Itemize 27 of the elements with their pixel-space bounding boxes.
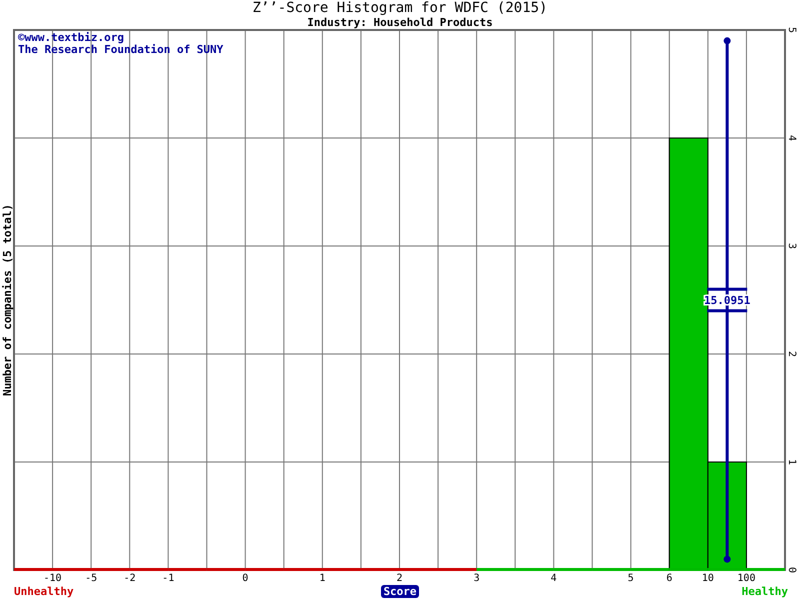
credit-text: ©www.textbiz.org <box>18 31 124 44</box>
y-tick-label: 1 <box>786 458 797 466</box>
y-tick-label: 3 <box>786 242 797 250</box>
x-tick-label: 10 <box>702 573 714 584</box>
x-tick-label: -5 <box>85 573 98 584</box>
x-tick-label: -2 <box>124 573 136 584</box>
chart-subtitle: Industry: Household Products <box>307 16 493 29</box>
x-tick-label: 2 <box>396 573 403 584</box>
y-tick-label: 4 <box>786 134 797 142</box>
x-tick-label: 4 <box>550 573 557 584</box>
x-axis-label: Score <box>383 585 417 598</box>
x-tick-label: -10 <box>44 573 62 584</box>
x-tick-label: 100 <box>737 573 756 584</box>
x-tick-label: 5 <box>628 573 634 584</box>
y-tick-label: 0 <box>786 566 797 574</box>
y-axis-label: Number of companies (5 total) <box>1 204 14 396</box>
x-tick-label: 3 <box>474 573 480 584</box>
x-tick-label: 0 <box>242 573 248 584</box>
x-tick-label: 1 <box>319 573 326 584</box>
y-tick-label: 5 <box>786 26 797 34</box>
zone-label: Unhealthy <box>14 585 74 598</box>
chart-title: Z’’-Score Histogram for WDFC (2015) <box>252 0 548 16</box>
zone-label: Healthy <box>742 585 788 598</box>
y-tick-label: 2 <box>786 350 797 358</box>
credit-text: The Research Foundation of SUNY <box>18 43 224 56</box>
x-tick-label: -1 <box>162 573 174 584</box>
x-tick-label: 6 <box>666 573 672 584</box>
